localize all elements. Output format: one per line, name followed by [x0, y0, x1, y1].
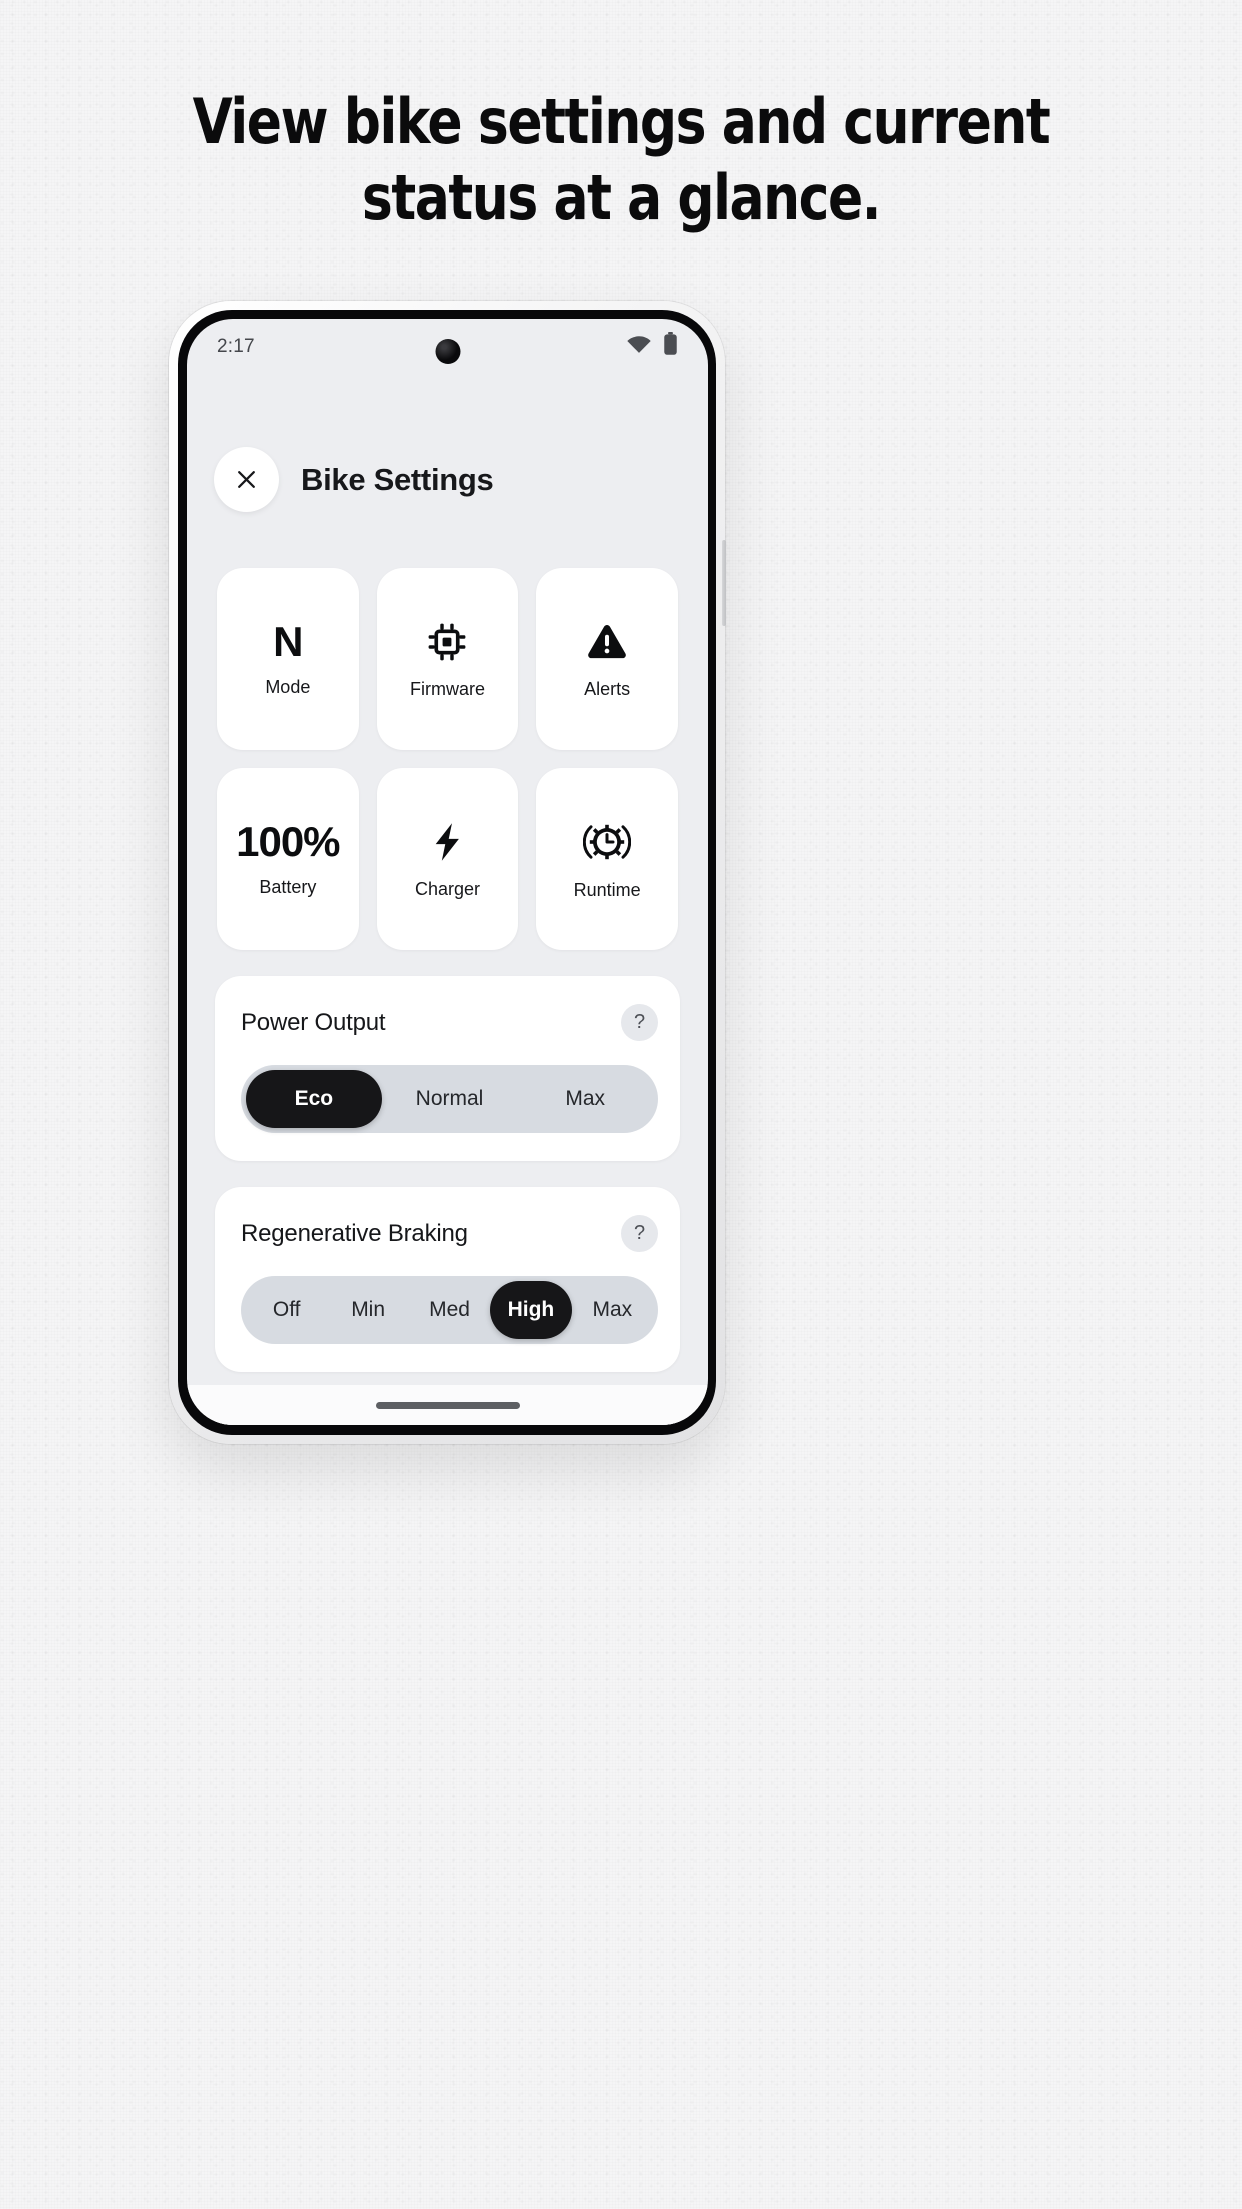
- side-power-button[interactable]: [722, 540, 726, 626]
- phone-device-frame: 2:17 Bike Settings N Mode Firmware Alert…: [169, 301, 726, 1444]
- segmented-control-regenerative-braking: Off Min Med High Max: [241, 1276, 658, 1344]
- tile-mode[interactable]: N Mode: [217, 568, 359, 750]
- app-header: Bike Settings: [187, 375, 708, 512]
- tile-runtime-label: Runtime: [573, 879, 641, 900]
- settings-list: Power Output ? Eco Normal Max Regenerati…: [187, 950, 708, 1425]
- segment-regen-max[interactable]: Max: [572, 1281, 653, 1339]
- battery-icon: [663, 332, 678, 362]
- gear-clock-icon: [582, 818, 632, 866]
- segment-regen-high[interactable]: High: [490, 1281, 572, 1339]
- status-time: 2:17: [217, 336, 255, 357]
- segment-power-max[interactable]: Max: [517, 1070, 653, 1128]
- promo-headline: View bike settings and current status at…: [43, 84, 1198, 236]
- tile-firmware-label: Firmware: [409, 678, 485, 699]
- setting-title-power-output: Power Output: [241, 1008, 386, 1036]
- setting-card-power-output: Power Output ? Eco Normal Max: [215, 976, 680, 1161]
- close-icon: [238, 471, 255, 488]
- setting-header-regenerative-braking: Regenerative Braking ?: [241, 1215, 658, 1276]
- tile-firmware[interactable]: Firmware: [376, 568, 519, 750]
- tile-battery-value: 100%: [236, 817, 340, 865]
- setting-card-regenerative-braking: Regenerative Braking ? Off Min Med High …: [215, 1187, 680, 1372]
- tile-battery[interactable]: 100% Battery: [217, 768, 359, 950]
- status-tiles-grid: N Mode Firmware Alerts 100% Battery Char…: [187, 512, 708, 950]
- help-icon-regenerative-braking[interactable]: ?: [621, 1215, 658, 1252]
- segment-regen-off[interactable]: Off: [246, 1281, 327, 1339]
- status-bar: 2:17: [187, 319, 708, 375]
- warning-icon: [584, 619, 630, 665]
- headline-line-1: View bike settings and current: [192, 85, 1051, 158]
- phone-screen: 2:17 Bike Settings N Mode Firmware Alert…: [187, 319, 708, 1425]
- tile-battery-label: Battery: [259, 876, 317, 897]
- phone-bezel: 2:17 Bike Settings N Mode Firmware Alert…: [178, 310, 726, 1435]
- tile-mode-label: Mode: [265, 676, 311, 697]
- page-title: Bike Settings: [301, 461, 494, 497]
- tile-charger[interactable]: Charger: [376, 768, 519, 950]
- tile-mode-value: N: [273, 617, 303, 665]
- home-indicator-bar: [187, 1385, 708, 1425]
- segment-power-normal[interactable]: Normal: [382, 1070, 518, 1128]
- headline-line-2: status at a glance.: [361, 161, 882, 234]
- close-button[interactable]: [214, 447, 279, 512]
- tile-runtime[interactable]: Runtime: [536, 768, 678, 950]
- segment-regen-min[interactable]: Min: [327, 1281, 408, 1339]
- status-icons: [626, 332, 678, 362]
- tile-alerts-label: Alerts: [584, 678, 631, 699]
- tile-alerts[interactable]: Alerts: [536, 568, 678, 750]
- chip-icon: [424, 619, 470, 665]
- segment-power-eco[interactable]: Eco: [246, 1070, 382, 1128]
- help-icon-power-output[interactable]: ?: [621, 1004, 658, 1041]
- setting-header-power-output: Power Output ?: [241, 1004, 658, 1065]
- segmented-control-power-output: Eco Normal Max: [241, 1065, 658, 1133]
- tile-charger-label: Charger: [414, 878, 480, 899]
- lightning-icon: [424, 819, 470, 865]
- segment-regen-med[interactable]: Med: [409, 1281, 490, 1339]
- setting-title-regenerative-braking: Regenerative Braking: [241, 1219, 468, 1247]
- front-camera-punch-hole-icon: [435, 339, 460, 364]
- wifi-icon: [626, 334, 652, 360]
- home-indicator[interactable]: [375, 1401, 520, 1409]
